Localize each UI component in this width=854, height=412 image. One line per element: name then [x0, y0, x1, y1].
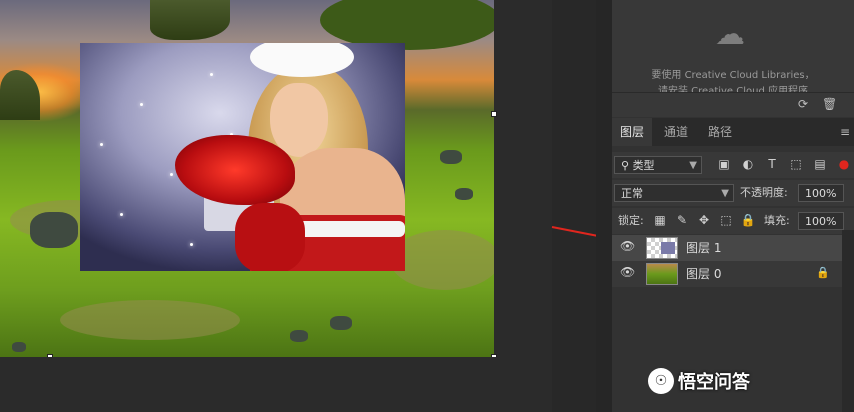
face [270, 83, 328, 157]
dress-trim [295, 221, 405, 237]
chevron-down-icon: ▼ [721, 188, 729, 199]
santa-hat [250, 43, 354, 77]
lock-artboard-icon[interactable]: ⬚ [718, 212, 734, 228]
eye-icon[interactable]: 👁 [620, 265, 635, 279]
panel-divider [596, 0, 612, 412]
opacity-input[interactable]: 100% [798, 184, 844, 202]
lock-transparent-icon[interactable]: ▦ [652, 212, 668, 228]
rock [455, 188, 473, 200]
filter-kind-label: 类型 [632, 159, 655, 172]
sparkle [120, 213, 123, 216]
opacity-label: 不透明度: [740, 186, 788, 199]
layer-row[interactable]: 👁 图层 1 [612, 235, 842, 261]
tab-channels[interactable]: 通道 [656, 118, 696, 146]
panel-menu-icon[interactable]: ≡ [840, 118, 850, 146]
rock [290, 330, 308, 342]
placed-portrait-image[interactable] [80, 43, 405, 271]
sparkle [100, 143, 103, 146]
lock-row: 锁定: ▦ ✎ ✥ ⬚ 🔒 填充: 100% [612, 208, 854, 234]
rock [30, 212, 78, 248]
layer-filter-row: ⚲ 类型 ▼ ▣ ◐ T ⬚ ▤ ● [612, 152, 854, 178]
filter-pixel-icon[interactable]: ▣ [716, 156, 732, 172]
rock [440, 150, 462, 164]
blend-mode-select[interactable]: 正常 ▼ [614, 184, 734, 202]
trash-icon[interactable]: 🗑 [822, 97, 837, 111]
opacity-value: 100% [805, 187, 837, 200]
layer-thumbnail [646, 237, 678, 259]
eye-icon[interactable]: 👁 [620, 239, 635, 253]
search-icon: ⚲ [621, 159, 633, 172]
transform-handle[interactable] [491, 111, 497, 117]
watermark-logo-icon: ☉ [648, 368, 674, 394]
lock-pixels-brush-icon[interactable]: ✎ [674, 212, 690, 228]
tab-paths[interactable]: 路径 [700, 118, 740, 146]
tab-layers[interactable]: 图层 [612, 118, 652, 146]
cliff [0, 70, 40, 120]
fill-label: 填充: [764, 214, 790, 227]
layer-thumbnail-content [661, 242, 675, 254]
cloud-sync-icon[interactable]: ⟳ [798, 97, 808, 111]
filter-type-icon[interactable]: T [764, 156, 780, 172]
chevron-down-icon: ▼ [689, 160, 697, 171]
creative-cloud-icon: ☁ [715, 17, 745, 52]
layer-thumbnail [646, 263, 678, 285]
fill-value: 100% [805, 215, 837, 228]
sparkle [190, 243, 193, 246]
panel-tabs: 图层 通道 路径 ≡ [612, 118, 854, 146]
layers-panel-dock: ☁ 要使用 Creative Cloud Libraries， 请安装 Crea… [612, 0, 854, 412]
libraries-panel: ☁ 要使用 Creative Cloud Libraries， 请安装 Crea… [612, 0, 854, 97]
sparkle [210, 73, 213, 76]
lock-icon: 🔒 [816, 266, 830, 279]
layers-scrollbar[interactable] [842, 230, 854, 412]
filter-adjustment-icon[interactable]: ◐ [740, 156, 756, 172]
layer-name[interactable]: 图层 1 [686, 239, 721, 256]
layer-name[interactable]: 图层 0 [686, 265, 721, 282]
filter-toggle-icon[interactable]: ● [836, 156, 852, 172]
sparkle [140, 103, 143, 106]
rock [330, 316, 352, 330]
filter-smart-object-icon[interactable]: ▤ [812, 156, 828, 172]
libraries-message-line1: 要使用 Creative Cloud Libraries， [651, 70, 815, 81]
lock-all-icon[interactable]: 🔒 [740, 212, 756, 228]
cliff [150, 0, 230, 40]
document-canvas[interactable] [0, 0, 552, 412]
lock-position-move-icon[interactable]: ✥ [696, 212, 712, 228]
canvas-pasteboard [0, 357, 552, 412]
libraries-footer: ⟳ 🗑 [612, 92, 854, 117]
blend-row: 正常 ▼ 不透明度: 100% [612, 180, 854, 206]
fill-input[interactable]: 100% [798, 212, 844, 230]
lock-label: 锁定: [618, 214, 644, 227]
dirt-path [60, 300, 240, 340]
layer-row[interactable]: 👁 图层 0 🔒 [612, 261, 842, 287]
watermark-text: 悟空问答 [678, 372, 750, 393]
red-bow [175, 135, 295, 205]
red-glove [235, 203, 305, 271]
rock [12, 342, 26, 352]
sparkle [170, 173, 173, 176]
dirt-path [390, 230, 494, 290]
filter-shape-icon[interactable]: ⬚ [788, 156, 804, 172]
blend-mode-value: 正常 [621, 187, 643, 200]
filter-kind-select[interactable]: ⚲ 类型 ▼ [614, 156, 702, 174]
